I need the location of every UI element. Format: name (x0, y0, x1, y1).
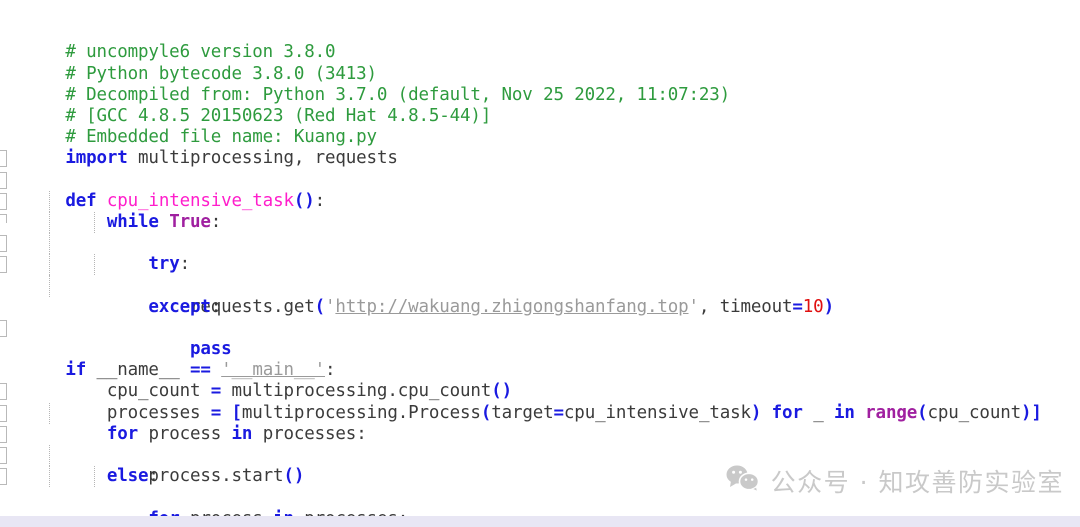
fold-marker[interactable] (0, 171, 7, 189)
fold-marker[interactable] (0, 213, 7, 223)
indent-guide (49, 275, 50, 297)
code-line[interactable]: # [GCC 4.8.5 20150623 (Red Hat 4.8.5-44)… (0, 64, 1080, 126)
code-line[interactable]: def cpu_intensive_task(): (0, 148, 1080, 211)
code-line[interactable]: pass (0, 254, 1080, 359)
code-screenshot: # uncompyle6 version 3.8.0 # Python byte… (0, 0, 1080, 527)
code-line[interactable]: # Decompiled from: Python 3.7.0 (default… (0, 42, 1080, 105)
indent-guide (94, 466, 95, 488)
bottom-strip (0, 516, 1080, 527)
code-line[interactable]: requests.get('http://wakuang.zhigongshan… (0, 211, 1080, 317)
code-line[interactable]: cpu_count = multiprocessing.cpu_count() (0, 339, 1080, 401)
code-line[interactable]: except: (0, 233, 1080, 317)
fold-marker[interactable] (0, 192, 7, 210)
fold-marker[interactable] (0, 446, 7, 464)
fold-marker[interactable] (0, 468, 7, 486)
fold-marker[interactable] (0, 235, 7, 253)
code-line[interactable]: # uncompyle6 version 3.8.0 (0, 0, 1080, 62)
indent-guide (94, 211, 95, 234)
indent-guide (49, 211, 50, 234)
indent-guide (49, 254, 50, 276)
code-line[interactable]: process.join() (0, 466, 1080, 488)
code-editor-surface[interactable]: # uncompyle6 version 3.8.0 # Python byte… (0, 0, 1080, 527)
code-line[interactable]: # okay decompiling /tmp/65dcf3ead30ba.py… (0, 487, 1080, 508)
code-line[interactable]: for process in processes: (0, 444, 1080, 527)
fold-marker[interactable] (0, 256, 7, 274)
fold-marker[interactable] (0, 425, 7, 443)
code-line[interactable]: # Embedded file name: Kuang.py (0, 85, 1080, 147)
fold-marker[interactable] (0, 319, 7, 337)
code-line[interactable]: process.start() (0, 402, 1080, 486)
code-line[interactable]: try: (0, 190, 1080, 274)
indent-guide (49, 466, 50, 488)
indent-guide (94, 254, 95, 276)
code-line-blank[interactable] (0, 297, 1080, 318)
code-line-blank[interactable] (0, 127, 1080, 148)
code-line[interactable]: if __name__ == '__main__': (0, 318, 1080, 380)
code-line[interactable]: else: (0, 424, 1080, 486)
indent-guide (49, 444, 50, 467)
fold-marker[interactable] (0, 404, 7, 422)
indent-guide (49, 190, 50, 212)
indent-guide (49, 402, 50, 424)
code-line[interactable]: import multiprocessing, requests (0, 106, 1080, 168)
code-line[interactable]: while True: (0, 170, 1080, 232)
code-line[interactable]: for process in processes: (0, 381, 1080, 444)
fold-marker[interactable] (0, 383, 7, 401)
code-line-blank[interactable] (0, 275, 1080, 297)
fold-marker[interactable] (0, 150, 7, 168)
code-line[interactable]: processes = [multiprocessing.Process(tar… (0, 360, 1080, 423)
code-line[interactable]: # Python bytecode 3.8.0 (3413) (0, 21, 1080, 84)
indent-guide (49, 233, 50, 255)
